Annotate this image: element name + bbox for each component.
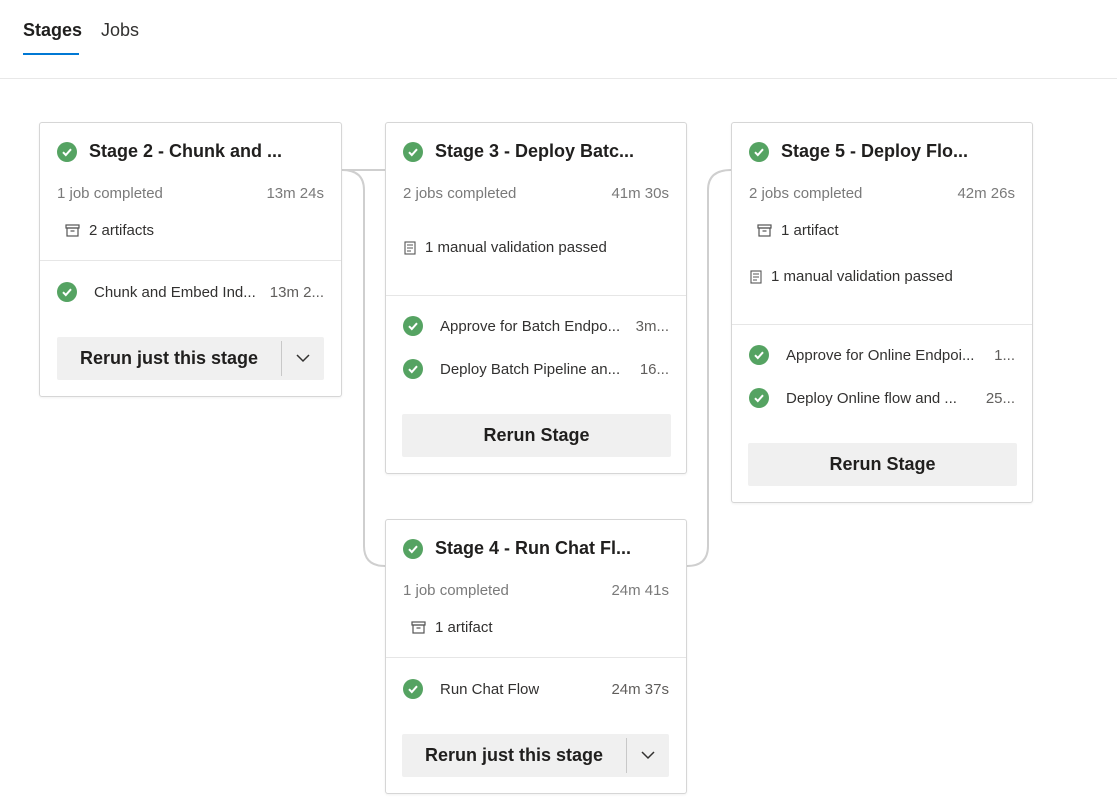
job-duration: 24m 37s (611, 680, 669, 698)
job-name: Approve for Online Endpoi... (786, 346, 975, 364)
stage-duration: 42m 26s (957, 185, 1015, 202)
stage-header: Stage 3 - Deploy Batc... (403, 141, 634, 162)
stage-summary-row: 1 job completed 24m 41s (403, 582, 669, 599)
success-check-icon (57, 282, 77, 302)
checklist-icon (750, 269, 762, 284)
artifacts-text: 1 artifact (781, 222, 839, 239)
checklist-icon (404, 240, 416, 255)
rerun-just-this-stage-button[interactable]: Rerun just this stage (57, 337, 281, 380)
rerun-split-button: Rerun just this stage (57, 337, 324, 380)
job-name: Deploy Batch Pipeline an... (440, 360, 621, 378)
job-name: Deploy Online flow and ... (786, 389, 957, 407)
rerun-just-this-stage-button[interactable]: Rerun just this stage (402, 734, 626, 777)
artifacts-link[interactable]: 1 artifact (411, 619, 493, 636)
job-name: Approve for Batch Endpo... (440, 317, 621, 335)
stage-card-stage-2[interactable]: Stage 2 - Chunk and ... 1 job completed … (39, 122, 342, 397)
jobs-completed-text: 2 jobs completed (403, 185, 517, 202)
job-row[interactable]: Approve for Batch Endpo... 3m... (403, 316, 669, 336)
rerun-stage-button[interactable]: Rerun Stage (748, 443, 1017, 486)
success-check-icon (749, 141, 769, 162)
job-duration: 25... (985, 389, 1015, 407)
job-duration: 3m... (635, 317, 669, 335)
manual-validation-text: 1 manual validation passed (771, 268, 953, 285)
artifacts-link[interactable]: 2 artifacts (65, 222, 154, 239)
success-check-icon (749, 388, 769, 408)
artifacts-link[interactable]: 1 artifact (757, 222, 839, 239)
job-row[interactable]: Chunk and Embed Ind... 13m 2... (57, 282, 324, 302)
stage-title[interactable]: Stage 2 - Chunk and ... (89, 141, 282, 162)
success-check-icon (57, 141, 77, 162)
divider (40, 260, 341, 261)
artifacts-text: 2 artifacts (89, 222, 155, 239)
success-check-icon (403, 538, 423, 559)
job-duration: 1... (994, 346, 1015, 364)
job-name: Chunk and Embed Ind... (94, 283, 256, 301)
stage-card-stage-5[interactable]: Stage 5 - Deploy Flo... 2 jobs completed… (731, 122, 1033, 503)
job-row[interactable]: Approve for Online Endpoi... 1... (749, 345, 1015, 365)
stage-summary-row: 2 jobs completed 41m 30s (403, 185, 669, 202)
job-row[interactable]: Deploy Online flow and ... 25... (749, 388, 1015, 408)
manual-validation-link[interactable]: 1 manual validation passed (750, 268, 953, 285)
rerun-stage-button[interactable]: Rerun Stage (402, 414, 671, 457)
success-check-icon (403, 679, 423, 699)
chevron-down-icon[interactable] (282, 337, 324, 380)
manual-validation-text: 1 manual validation passed (425, 239, 607, 256)
job-name: Run Chat Flow (440, 680, 540, 698)
job-duration: 16... (639, 360, 669, 378)
job-duration: 13m 2... (269, 283, 324, 301)
job-row[interactable]: Run Chat Flow 24m 37s (403, 679, 669, 699)
jobs-completed-text: 1 job completed (57, 185, 163, 202)
stage-card-stage-3[interactable]: Stage 3 - Deploy Batc... 2 jobs complete… (385, 122, 687, 474)
success-check-icon (403, 316, 423, 336)
stage-title[interactable]: Stage 3 - Deploy Batc... (435, 141, 634, 162)
stage-title[interactable]: Stage 5 - Deploy Flo... (781, 141, 968, 162)
stage-header: Stage 2 - Chunk and ... (57, 141, 282, 162)
stage-title[interactable]: Stage 4 - Run Chat Fl... (435, 538, 631, 559)
artifact-icon (65, 224, 80, 237)
success-check-icon (403, 141, 423, 162)
jobs-completed-text: 2 jobs completed (749, 185, 863, 202)
stage-summary-row: 1 job completed 13m 24s (57, 185, 324, 202)
success-check-icon (403, 359, 423, 379)
success-check-icon (749, 345, 769, 365)
divider (386, 295, 686, 296)
stage-duration: 13m 24s (266, 185, 324, 202)
manual-validation-link[interactable]: 1 manual validation passed (404, 239, 607, 256)
artifact-icon (411, 621, 426, 634)
divider (386, 657, 686, 658)
stage-duration: 24m 41s (611, 582, 669, 599)
chevron-down-icon[interactable] (627, 734, 669, 777)
stage-header: Stage 4 - Run Chat Fl... (403, 538, 631, 559)
stage-card-stage-4[interactable]: Stage 4 - Run Chat Fl... 1 job completed… (385, 519, 687, 794)
rerun-split-button: Rerun just this stage (402, 734, 669, 777)
stage-duration: 41m 30s (611, 185, 669, 202)
stage-summary-row: 2 jobs completed 42m 26s (749, 185, 1015, 202)
artifact-icon (757, 224, 772, 237)
divider (732, 324, 1032, 325)
jobs-completed-text: 1 job completed (403, 582, 509, 599)
stage-header: Stage 5 - Deploy Flo... (749, 141, 968, 162)
job-row[interactable]: Deploy Batch Pipeline an... 16... (403, 359, 669, 379)
artifacts-text: 1 artifact (435, 619, 493, 636)
